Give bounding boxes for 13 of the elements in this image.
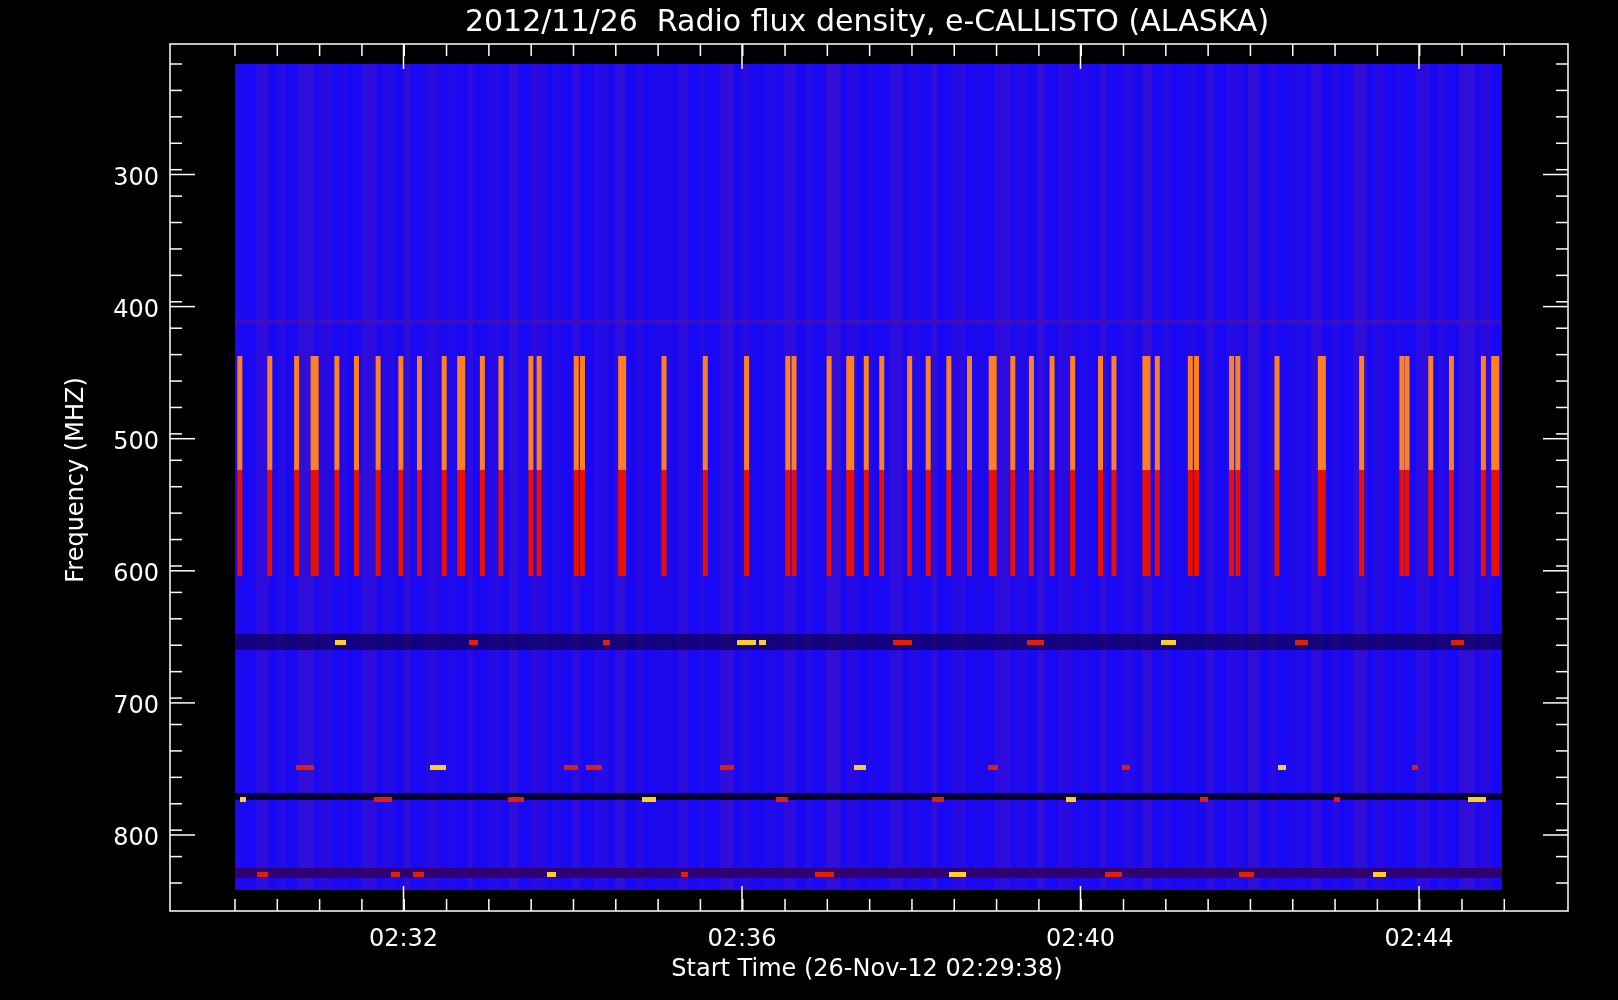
x-axis-label: Start Time (26-Nov-12 02:29:38) bbox=[671, 954, 1063, 982]
x-tick-label: 02:40 bbox=[1045, 924, 1116, 952]
chart-title: 2012/11/26 Radio flux density, e-CALLISTO (ALASKA) bbox=[464, 3, 1270, 38]
x-tick-label: 02:36 bbox=[707, 924, 777, 952]
y-tick-label: 400 bbox=[113, 294, 159, 323]
y-tick-label: 800 bbox=[113, 823, 159, 851]
y-tick-label: 600 bbox=[113, 558, 159, 587]
x-tick-label: 02:32 bbox=[368, 924, 439, 952]
y-axis-label: Frequency (MHZ) bbox=[61, 377, 89, 583]
y-tick-label: 700 bbox=[113, 690, 159, 719]
x-tick-label: 02:44 bbox=[1384, 924, 1454, 952]
y-tick-label: 500 bbox=[113, 426, 159, 455]
y-tick-label: 300 bbox=[113, 162, 159, 191]
